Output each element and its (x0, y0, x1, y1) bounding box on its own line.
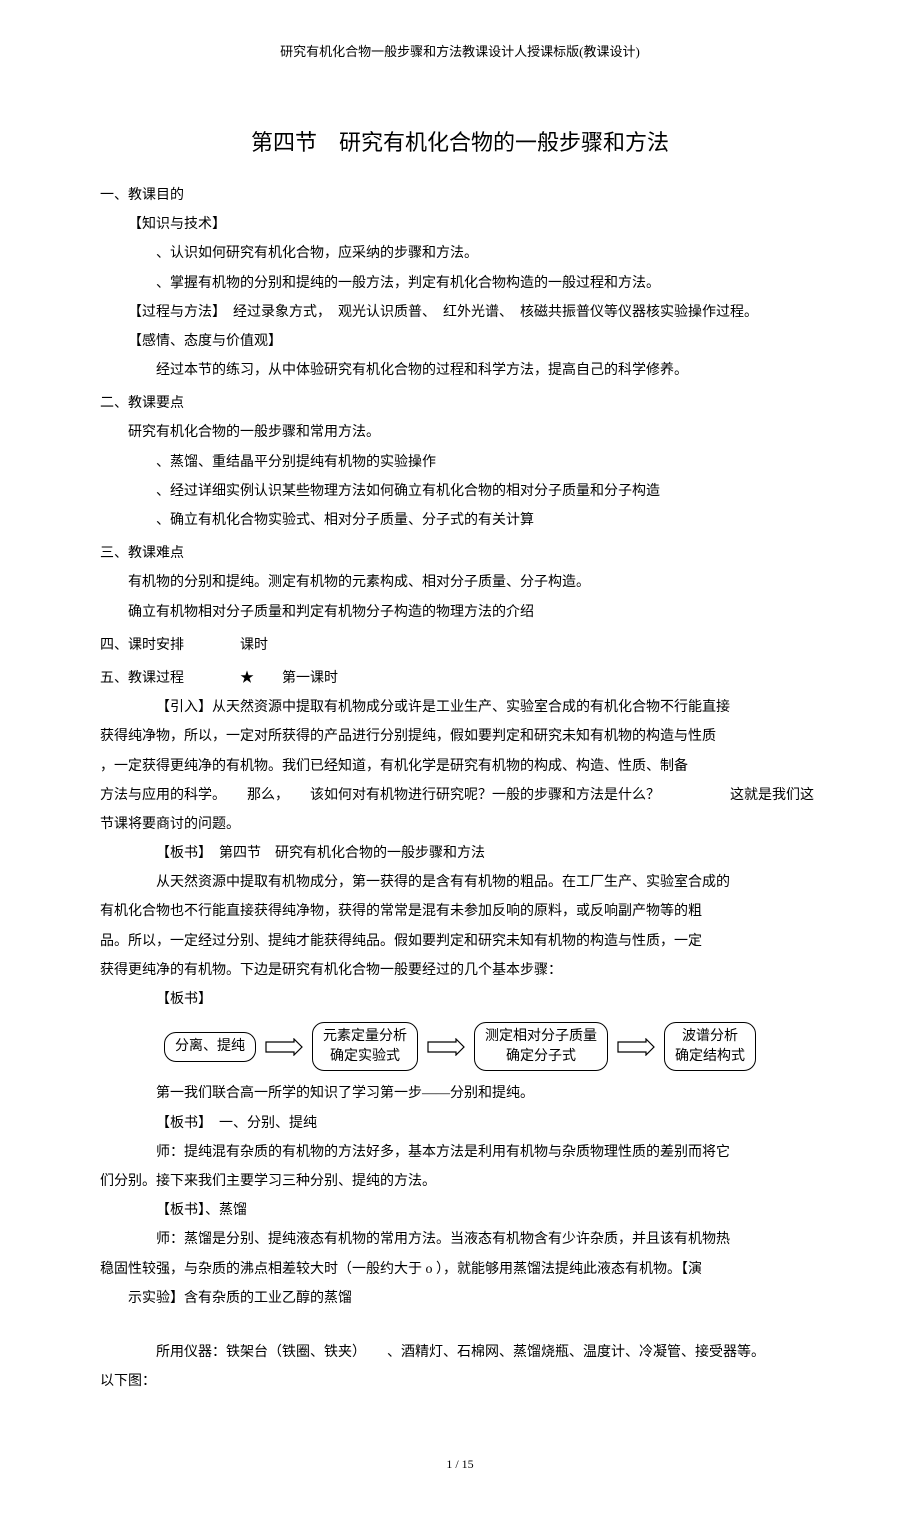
flow-box-3-line-1: 测定相对分子质量 (485, 1027, 597, 1047)
section-2-item-3: 、经过详细实例认识某些物理方法如何确立有机化合物的相对分子质量和分子构造 (156, 479, 820, 504)
body-para-15: 示实验】含有杂质的工业乙醇的蒸馏 (128, 1286, 820, 1311)
body-para-14: 稳固性较强，与杂质的沸点相差较大时（一般约大于 o ），就能够用蒸馏法提纯此液态… (100, 1257, 820, 1282)
body-para-6: 从天然资源中提取有机物成分，第一获得的是含有有机物的粗品。在工厂生产、实验室合成… (128, 870, 820, 895)
section-3-item-1: 有机物的分别和提纯。测定有机物的元素构成、相对分子质量、分子构造。 (128, 570, 820, 595)
flow-box-3: 测定相对分子质量 确定分子式 (474, 1022, 608, 1071)
flow-box-4: 波谱分析 确定结构式 (664, 1022, 756, 1071)
section-2-heading: 二、教课要点 (100, 391, 820, 416)
body-para-12: 们分别。接下来我们主要学习三种分别、提纯的方法。 (100, 1169, 820, 1194)
flowchart: 分离、提纯 元素定量分析 确定实验式 测定相对分子质量 确定分子式 波谱分析 确… (100, 1022, 820, 1071)
section-1-item-3: 经过本节的练习，从中体验研究有机化合物的过程和科学方法，提高自己的科学修养。 (156, 358, 820, 383)
section-2-item-4: 、确立有机化合物实验式、相对分子质量、分子式的有关计算 (156, 508, 820, 533)
intro-para-5: 节课将要商讨的问题。 (100, 812, 820, 837)
section-2-item-1: 研究有机化合物的一般步骤和常用方法。 (128, 420, 820, 445)
body-para-8: 品。所以，一定经过分别、提纯才能获得纯品。假如要判定和研究未知有机物的构造与性质… (100, 929, 820, 954)
arrow-icon (264, 1038, 304, 1056)
arrow-icon (426, 1038, 466, 1056)
body-para-7: 有机化合物也不行能直接获得纯净物，获得的常常是混有未参加反响的原料，或反响副产物… (100, 899, 820, 924)
flow-box-4-line-2: 确定结构式 (675, 1047, 745, 1067)
section-1-sub-1: 【知识与技术】 (128, 212, 820, 237)
body-para-17: 以下图： (100, 1369, 820, 1394)
intro-para-2: 获得纯净物，所以，一定对所获得的产品进行分别提纯，假如要判定和研究未知有机物的构… (100, 724, 820, 749)
body-para-13: 师：蒸馏是分别、提纯液态有机物的常用方法。当液态有机物含有少许杂质，并且该有机物… (128, 1227, 820, 1252)
flow-box-2: 元素定量分析 确定实验式 (312, 1022, 418, 1071)
main-title: 第四节 研究有机化合物的一般步骤和方法 (100, 123, 820, 163)
flow-box-2-line-2: 确定实验式 (323, 1047, 407, 1067)
body-para-9: 获得更纯净的有机物。下边是研究有机化合物一般要经过的几个基本步骤： (100, 958, 820, 983)
board-writing-2: 【板书】 (128, 987, 820, 1012)
body-para-11: 师：提纯混有杂质的有机物的方法好多，基本方法是利用有机物与杂质物理性质的差别而将… (128, 1140, 820, 1165)
section-1-sub-2: 【过程与方法】 经过录象方式， 观光认识质普、 红外光谱、 核磁共振普仪等仪器核… (128, 300, 820, 325)
section-3-item-2: 确立有机物相对分子质量和判定有机物分子构造的物理方法的介绍 (128, 600, 820, 625)
body-para-16: 所用仪器：铁架台（铁圈、铁夹） 、酒精灯、石棉网、蒸馏烧瓶、温度计、冷凝管、接受… (128, 1340, 820, 1365)
section-1-sub-3: 【感情、态度与价值观】 (128, 329, 820, 354)
running-header: 研究有机化合物一般步骤和方法教课设计人授课标版(教课设计) (100, 40, 820, 63)
section-5-heading: 五、教课过程 ★ 第一课时 (100, 666, 820, 691)
intro-para-4: 方法与应用的科学。 那么， 该如何对有机物进行研究呢？一般的步骤和方法是什么？ … (100, 783, 820, 808)
flow-box-4-line-1: 波谱分析 (675, 1027, 745, 1047)
body-para-10: 第一我们联合高一所学的知识了学习第一步——分别和提纯。 (128, 1081, 820, 1106)
section-3-heading: 三、教课难点 (100, 541, 820, 566)
section-2-item-2: 、蒸馏、重结晶平分别提纯有机物的实验操作 (156, 450, 820, 475)
section-1-heading: 一、教课目的 (100, 183, 820, 208)
intro-para-3: ，一定获得更纯净的有机物。我们已经知道，有机化学是研究有机物的构成、构造、性质、… (100, 754, 820, 779)
section-1-item-1: 、认识如何研究有机化合物，应采纳的步骤和方法。 (156, 241, 820, 266)
board-writing-1: 【板书】 第四节 研究有机化合物的一般步骤和方法 (128, 841, 820, 866)
board-writing-4: 【板书】、蒸馏 (128, 1198, 820, 1223)
section-1-item-2: 、掌握有机物的分别和提纯的一般方法，判定有机化合物构造的一般过程和方法。 (156, 271, 820, 296)
section-4-heading: 四、课时安排 课时 (100, 633, 820, 658)
intro-para-1: 【引入】从天然资源中提取有机物成分或许是工业生产、实验室合成的有机化合物不行能直… (128, 695, 820, 720)
board-writing-3: 【板书】 一、分别、提纯 (128, 1111, 820, 1136)
flow-box-2-line-1: 元素定量分析 (323, 1027, 407, 1047)
page-number: 1 / 15 (100, 1454, 820, 1476)
flow-box-3-line-2: 确定分子式 (485, 1047, 597, 1067)
arrow-icon (616, 1038, 656, 1056)
flow-box-1: 分离、提纯 (164, 1032, 256, 1062)
